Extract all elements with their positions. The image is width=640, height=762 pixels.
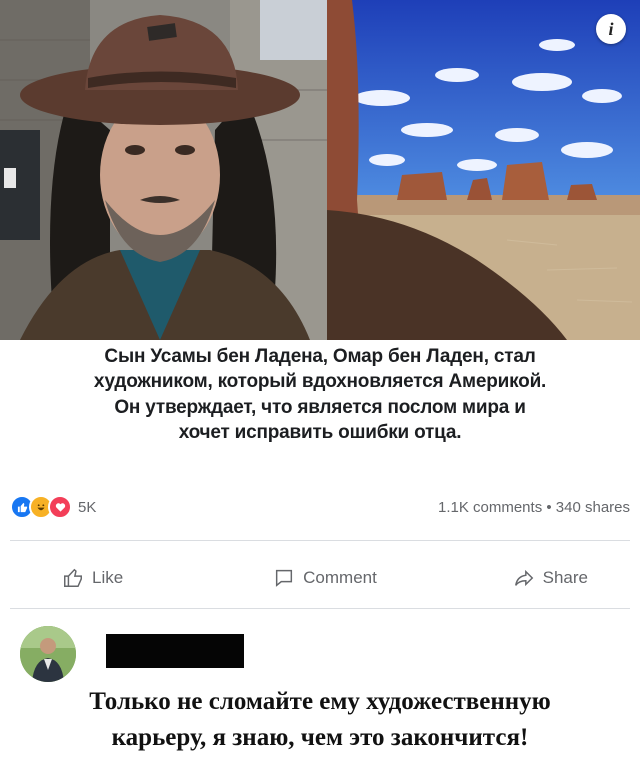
reaction-count[interactable]: 5K — [78, 499, 96, 516]
share-icon — [514, 569, 533, 587]
comment-icon — [276, 569, 293, 587]
painting-image — [327, 0, 640, 340]
comment-label: Comment — [303, 568, 377, 587]
thumbs-up-icon — [64, 568, 82, 587]
redacted-username — [106, 634, 244, 668]
comment-line: карьеру, я знаю, чем это закончится! — [111, 723, 529, 751]
post-caption: Сын Усамы бен Ладена, Омар бен Ладен, ст… — [0, 344, 640, 446]
like-label: Like — [92, 568, 124, 587]
comment: Только не сломайте ему художественную ка… — [0, 612, 640, 762]
comment-text: Только не сломайте ему художественную ка… — [0, 684, 640, 755]
post-photos: i — [0, 0, 640, 340]
portrait-photo[interactable] — [0, 0, 327, 340]
like-button[interactable]: Like — [10, 567, 237, 589]
caption-line: Он утверждает, что является послом мира … — [114, 396, 526, 418]
reactions-bar: 5K 1.1K comments • 340 shares — [10, 494, 630, 520]
comments-shares-stats[interactable]: 1.1K comments • 340 shares — [438, 499, 630, 516]
share-label: Share — [542, 568, 588, 587]
divider — [10, 540, 630, 541]
info-icon[interactable]: i — [596, 14, 626, 44]
action-bar: Like Comment Share — [10, 558, 630, 598]
portrait-image — [0, 0, 327, 340]
divider — [10, 608, 630, 609]
comment-button[interactable]: Comment — [237, 567, 412, 589]
avatar[interactable] — [20, 626, 76, 682]
share-button[interactable]: Share — [413, 567, 630, 589]
love-icon — [48, 495, 72, 519]
comment-line: Только не сломайте ему художественную — [89, 688, 551, 715]
painting-photo[interactable]: i — [327, 0, 640, 340]
caption-line: художником, который вдохновляется Америк… — [93, 371, 547, 393]
reaction-icons[interactable] — [10, 495, 72, 519]
caption-line: Сын Усамы бен Ладена, Омар бен Ладен, ст… — [104, 346, 536, 367]
caption-line: хочет исправить ошибки отца. — [178, 422, 462, 444]
